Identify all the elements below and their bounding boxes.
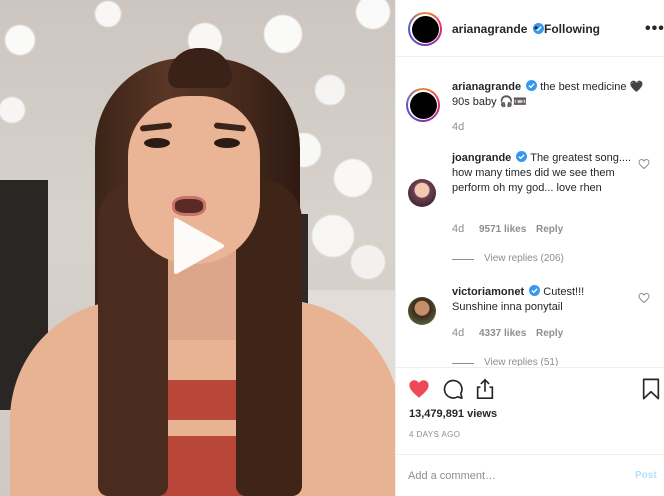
reply-button[interactable]: Reply [536, 224, 563, 235]
eye-left [144, 138, 170, 148]
ponytail [168, 48, 232, 88]
caption-username[interactable]: arianagrande [452, 81, 521, 93]
caption-avatar[interactable] [406, 88, 440, 122]
caption-age: 4d [452, 121, 465, 133]
comment-like-heart-icon[interactable] [638, 292, 650, 304]
comment-composer: Post [396, 454, 664, 496]
caption-line-1: the best medicine 🖤 [540, 81, 644, 93]
following-button[interactable]: Following [544, 22, 600, 36]
view-replies-button[interactable]: View replies (206) [484, 253, 564, 264]
view-replies-line [452, 259, 474, 260]
post-button[interactable]: Post [635, 470, 657, 481]
caption: arianagrande the best medicine 🖤 90s bab… [452, 80, 652, 110]
comment-username[interactable]: joangrande [452, 152, 511, 164]
heart-icon[interactable] [408, 378, 430, 400]
verified-badge-icon [526, 80, 538, 91]
comment-likes[interactable]: 4337 likes [479, 328, 526, 339]
comment-avatar-joangrande[interactable] [408, 179, 436, 207]
view-replies-button[interactable]: View replies (51) [484, 357, 558, 366]
comment-victoriamonet: victoriamonet Cutest!!! Sunshine inna po… [452, 285, 632, 315]
caption-line-2: 90s baby 🎧📼 [452, 96, 528, 108]
comment-icon[interactable] [442, 378, 464, 400]
reply-button[interactable]: Reply [536, 328, 563, 339]
bookmark-icon[interactable] [640, 378, 662, 400]
verified-badge-icon [529, 285, 541, 296]
avatar[interactable] [408, 12, 442, 46]
comment-like-heart-icon[interactable] [638, 158, 650, 170]
comments-list[interactable]: arianagrande the best medicine 🖤 90s bab… [396, 58, 664, 366]
add-comment-input[interactable] [408, 467, 608, 485]
eye-right [214, 138, 240, 148]
post-header: arianagrande • Following ••• [396, 0, 664, 57]
header-separator: • [534, 21, 539, 35]
comment-joangrande: joangrande The greatest song.... how man… [452, 151, 632, 196]
comment-text-line-1: Cutest!!! [543, 286, 585, 298]
play-icon[interactable] [172, 218, 224, 274]
verified-badge-icon [516, 151, 528, 162]
comment-avatar-victoriamonet[interactable] [408, 297, 436, 325]
more-options-icon[interactable]: ••• [645, 20, 664, 38]
comment-username[interactable]: victoriamonet [452, 286, 524, 298]
post-video[interactable] [0, 0, 395, 496]
comment-likes[interactable]: 9571 likes [479, 224, 526, 235]
header-username-label[interactable]: arianagrande [452, 22, 527, 36]
post-date[interactable]: 4 DAYS AGO [409, 430, 460, 439]
comment-age: 4d [452, 327, 465, 339]
comment-age: 4d [452, 223, 465, 235]
share-icon[interactable] [474, 378, 496, 400]
view-count[interactable]: 13,479,891 views [409, 408, 497, 420]
header-username[interactable]: arianagrande [452, 22, 544, 36]
comment-text-line-2: Sunshine inna ponytail [452, 301, 563, 313]
view-replies-line [452, 363, 474, 364]
post-actions: 13,479,891 views 4 DAYS AGO Post [396, 367, 664, 496]
post-side-panel: arianagrande • Following ••• arianagrand… [395, 0, 664, 496]
mouth [172, 196, 206, 216]
